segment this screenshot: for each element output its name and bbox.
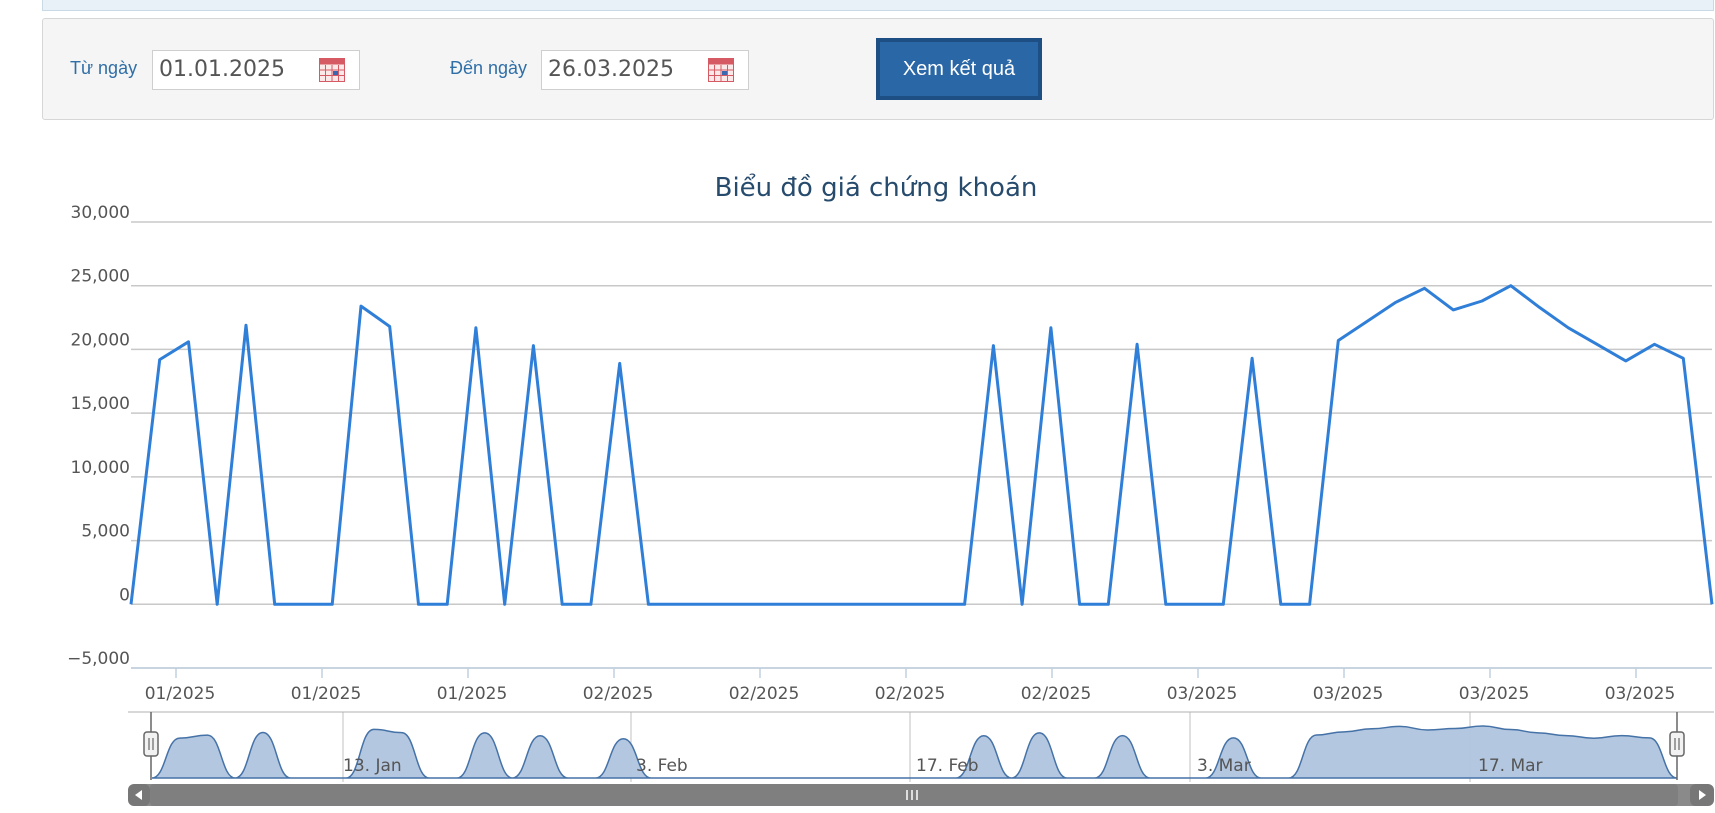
y-tick-label: 20,000 [71,330,130,350]
calendar-icon[interactable] [708,58,734,82]
y-tick-label: 5,000 [81,522,130,542]
to-date-label: Đến ngày [450,58,528,78]
chart-title: Biểu đồ giá chứng khoán [715,172,1038,203]
x-tick-label: 03/2025 [1167,684,1238,704]
from-date-field[interactable]: 01.01.2025 [152,50,360,90]
navigator[interactable]: 13. Jan 3. Feb 17. Feb 3. Mar 17. Mar [128,711,1714,806]
view-results-button[interactable]: Xem kết quả [876,38,1042,100]
price-points [129,284,1714,607]
navigator-date-label: 3. Mar [1197,756,1251,776]
from-date-value: 01.01.2025 [159,57,285,82]
navigator-date-label: 13. Jan [343,756,402,776]
x-tick-label: 03/2025 [1313,684,1384,704]
stock-price-chart: Biểu đồ giá chứng khoán 30,000 25,000 20,0… [67,172,1714,806]
navigator-date-label: 17. Mar [1478,756,1543,776]
x-tick-label: 02/2025 [1021,684,1092,704]
x-tick-label: 01/2025 [437,684,508,704]
y-tick-label: 15,000 [71,394,130,414]
to-date-value: 26.03.2025 [548,57,674,82]
y-tick-label: 0 [119,585,130,605]
y-tick-label: 25,000 [71,267,130,287]
y-tick-label: 10,000 [71,458,130,478]
from-date-label: Từ ngày [70,58,138,78]
navigator-right-handle[interactable] [1669,731,1685,757]
x-tick-label: 01/2025 [291,684,362,704]
x-tick-label: 01/2025 [145,684,216,704]
y-axis: 30,000 25,000 20,000 15,000 10,000 5,000 0 −5,0… [67,203,130,669]
y-tick-label: 30,000 [71,203,130,223]
calendar-icon[interactable] [319,58,345,82]
x-tick-label: 02/2025 [875,684,946,704]
navigator-left-handle[interactable] [143,731,159,757]
x-tick-label: 03/2025 [1459,684,1530,704]
to-date-field[interactable]: 26.03.2025 [541,50,749,90]
x-tick-label: 02/2025 [583,684,654,704]
navigator-date-label: 17. Feb [916,756,979,776]
x-tick-label: 03/2025 [1605,684,1676,704]
x-tick-label: 02/2025 [729,684,800,704]
top-panel-strip [42,0,1714,11]
x-axis: 01/2025 01/2025 01/2025 02/2025 02/2025 02/20… [131,667,1712,704]
y-tick-label: −5,000 [67,649,130,669]
navigator-date-label: 3. Feb [636,756,688,776]
price-series-line [129,284,1714,606]
scrollbar-thumb[interactable] [150,784,1678,806]
grid [131,221,1712,669]
